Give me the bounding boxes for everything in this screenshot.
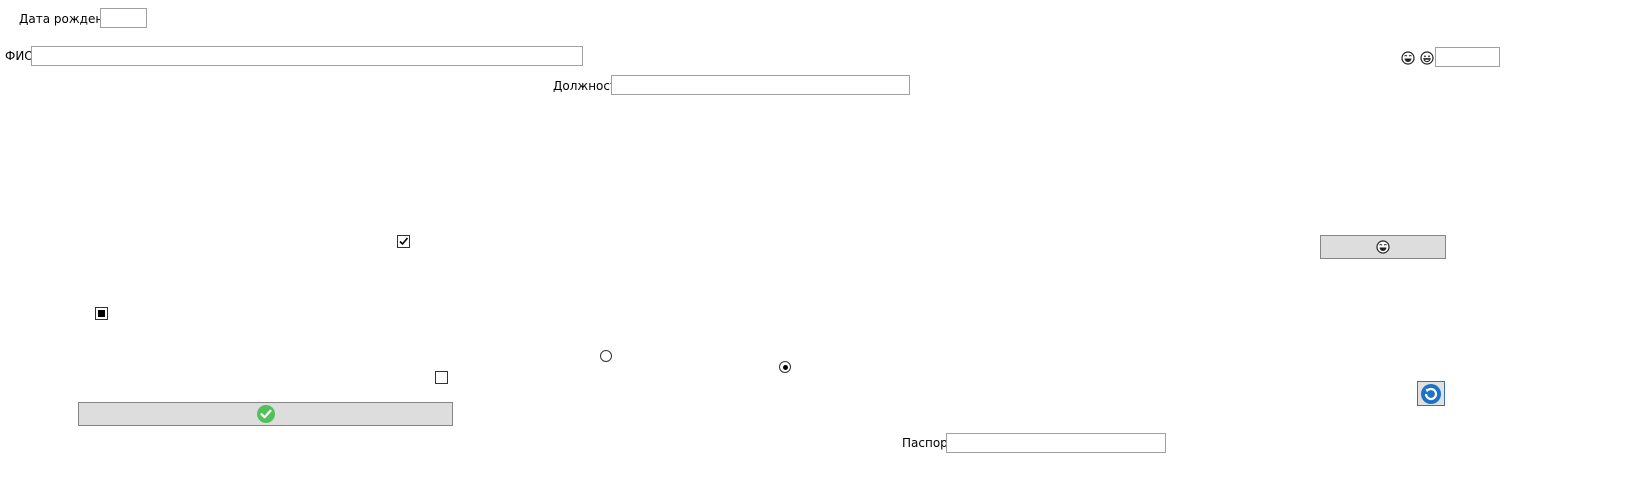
indeterminate-mark <box>98 310 105 317</box>
emoji-input[interactable] <box>1435 47 1500 67</box>
smiley-button[interactable] <box>1320 235 1446 259</box>
laughing-face-icon <box>1376 240 1390 254</box>
radio-dot <box>782 364 788 370</box>
checkbox-checked[interactable] <box>397 235 410 248</box>
full-name-label: ФИО <box>5 49 34 63</box>
green-checkmark-icon <box>256 405 275 423</box>
grinning-face-icon <box>1420 51 1434 65</box>
passport-input[interactable] <box>946 433 1166 453</box>
confirm-button[interactable] <box>78 402 453 426</box>
laughing-face-icon <box>1401 51 1415 65</box>
position-input[interactable] <box>611 75 910 95</box>
radio-selected[interactable] <box>779 361 791 373</box>
checkmark-icon <box>399 237 409 246</box>
refresh-button[interactable] <box>1417 381 1445 406</box>
full-name-input[interactable] <box>31 46 583 66</box>
radio-unselected[interactable] <box>600 350 612 362</box>
checkbox-indeterminate[interactable] <box>95 307 108 320</box>
birth-date-input[interactable] <box>100 8 147 28</box>
checkbox-unchecked[interactable] <box>435 371 448 384</box>
refresh-icon <box>1421 383 1441 404</box>
